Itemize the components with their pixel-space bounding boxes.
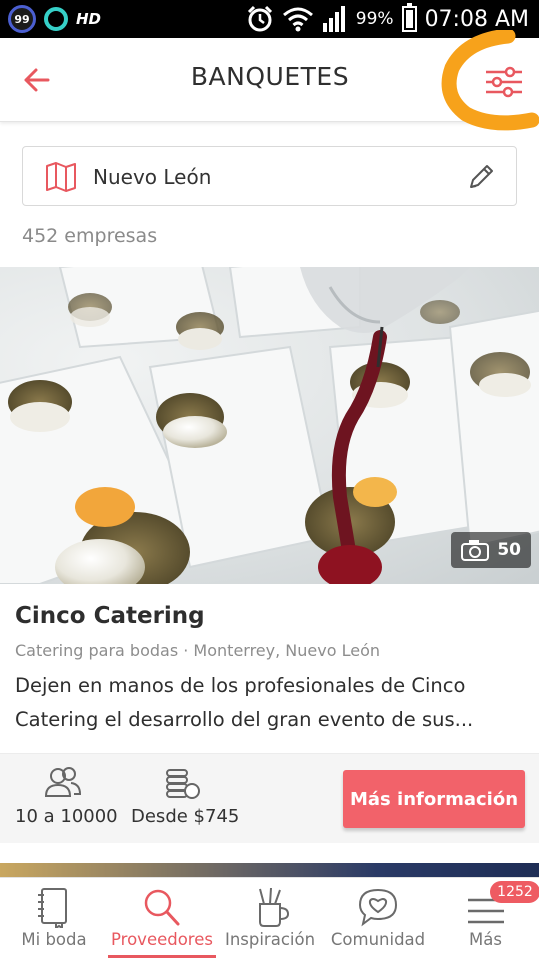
nav-label-mi-boda: Mi boda — [21, 930, 87, 949]
people-icon — [44, 767, 82, 797]
nav-mas[interactable]: 1252 Más — [432, 878, 539, 959]
nav-proveedores[interactable]: Proveedores — [108, 878, 216, 959]
location-value: Nuevo León — [93, 165, 212, 189]
notebook-icon — [38, 888, 67, 928]
results-count: 452 empresas — [22, 225, 158, 247]
more-info-button[interactable]: Más información — [343, 770, 525, 828]
wifi-icon — [282, 7, 313, 32]
ring-app-icon — [44, 7, 68, 31]
price-value: Desde $745 — [131, 806, 240, 827]
camera-icon — [461, 540, 490, 561]
sliders-icon[interactable] — [480, 60, 528, 100]
guest-capacity-value: 10 a 10000 — [15, 806, 118, 827]
nav-label-mas: Más — [469, 930, 502, 949]
pencil-icon[interactable] — [466, 162, 496, 192]
vendor-meta: Catering para bodas · Monterrey, Nuevo L… — [15, 641, 380, 660]
coins-icon — [166, 769, 200, 799]
app-header: BANQUETES — [0, 38, 539, 122]
status-bar: 99 HD 99% 07:08 AM — [0, 0, 539, 38]
nav-label-inspiracion: Inspiración — [224, 930, 316, 949]
page-title: BANQUETES — [190, 62, 350, 91]
battery-percent: 99% — [355, 9, 394, 29]
price-from: Desde $745 — [131, 766, 239, 827]
notification-count-badge: 1252 — [490, 881, 539, 903]
location-selector[interactable]: Nuevo León — [22, 146, 517, 206]
clock: 07:08 AM — [424, 6, 529, 32]
alarm-clock-icon — [247, 5, 272, 32]
vendor-card-footer: 10 a 10000 Desde $745 Más información — [0, 753, 539, 843]
guest-capacity: 10 a 10000 — [15, 766, 118, 827]
next-vendor-photo-peek[interactable] — [0, 863, 539, 877]
brush-cup-icon — [259, 887, 290, 927]
hd-indicator: HD — [76, 10, 102, 28]
notification-badge-icon: 99 — [8, 5, 36, 33]
nav-comunidad[interactable]: Comunidad — [324, 878, 432, 959]
bottom-navigation: Mi boda Proveedores Inspiración Comunida… — [0, 877, 539, 959]
nav-inspiracion[interactable]: Inspiración — [216, 878, 324, 959]
nav-label-proveedores: Proveedores — [111, 930, 213, 949]
active-tab-indicator — [108, 955, 216, 958]
battery-icon — [401, 3, 417, 32]
vendor-name[interactable]: Cinco Catering — [15, 603, 205, 629]
vendor-description: Dejen en manos de los profesionales de C… — [15, 674, 474, 731]
map-icon — [46, 162, 76, 192]
vendor-photo[interactable]: 50 — [0, 267, 539, 584]
search-icon — [144, 889, 180, 926]
arrow-left-icon[interactable] — [18, 60, 58, 100]
nav-label-comunidad: Comunidad — [330, 930, 426, 949]
signal-icon — [322, 6, 345, 32]
photo-count: 50 — [497, 540, 521, 560]
nav-mi-boda[interactable]: Mi boda — [0, 878, 108, 959]
chat-heart-icon — [358, 888, 398, 927]
photo-count-badge[interactable]: 50 — [451, 532, 531, 568]
